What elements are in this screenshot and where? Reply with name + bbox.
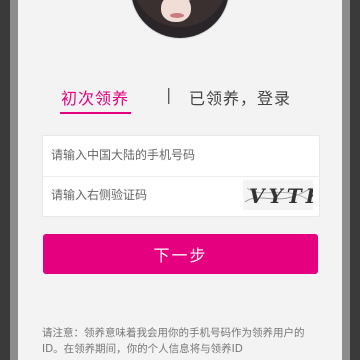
code-field-row: VYTK bbox=[43, 176, 319, 216]
captcha-text: VYTK bbox=[249, 184, 313, 208]
notice-text: 请注意：领养意味着我会用你的手机号码作为领养用户的ID。在领养期间，你的个人信息… bbox=[42, 327, 305, 355]
active-tab-indicator bbox=[60, 112, 131, 114]
login-tabs: 初次领养 | 已领养，登录 bbox=[18, 85, 342, 117]
avatar bbox=[131, 0, 229, 38]
tab-already-claimed-login[interactable]: 已领养，登录 bbox=[189, 85, 291, 109]
left-frame bbox=[0, 0, 18, 360]
phone-number-input[interactable] bbox=[51, 145, 301, 165]
avatar-lips bbox=[170, 13, 184, 18]
phone-field-row bbox=[43, 136, 319, 177]
right-frame bbox=[342, 0, 360, 360]
avatar-face bbox=[161, 0, 191, 22]
captcha-code-input[interactable] bbox=[51, 185, 231, 205]
tab-first-claim[interactable]: 初次领养 bbox=[61, 85, 129, 109]
next-step-button[interactable]: 下一步 bbox=[43, 234, 318, 274]
tab-divider: | bbox=[166, 85, 172, 104]
captcha-image[interactable]: VYTK bbox=[243, 180, 313, 210]
claim-form: VYTK bbox=[42, 135, 320, 217]
claim-page: 初次领养 | 已领养，登录 VYTK 下一步 请注意：领养意味着我会用你的手机号… bbox=[18, 0, 342, 360]
